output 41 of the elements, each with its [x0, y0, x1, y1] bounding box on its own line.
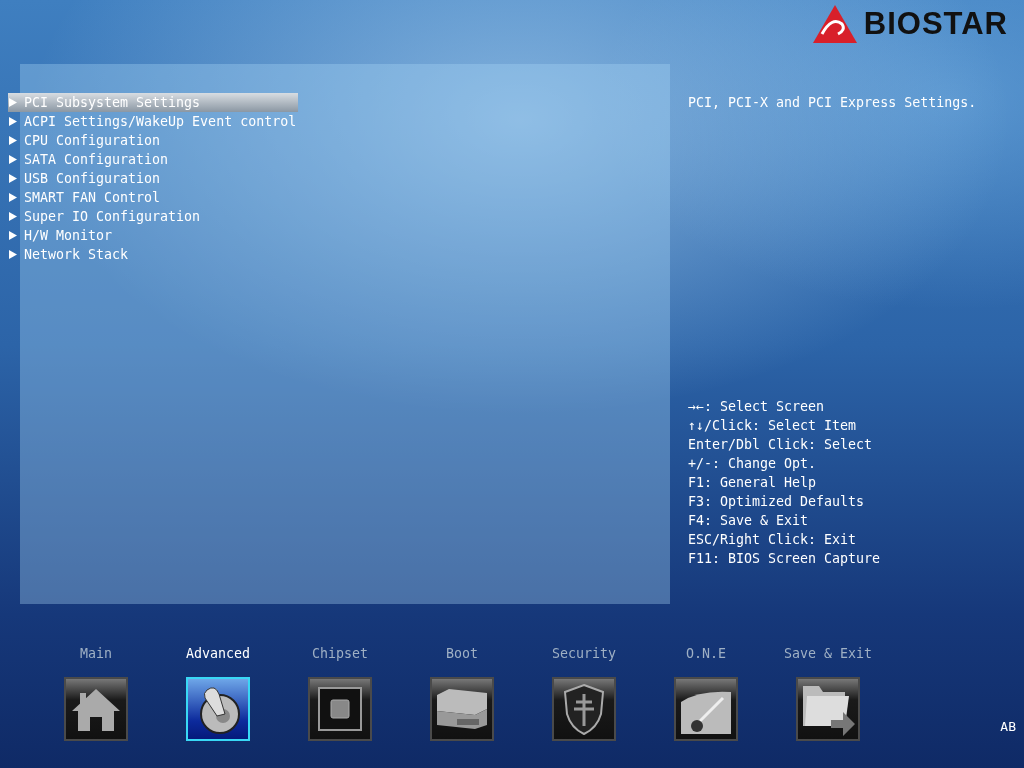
status-text: AB	[1000, 719, 1016, 734]
menu-item[interactable]: H/W Monitor	[8, 226, 115, 245]
menu-item[interactable]: USB Configuration	[8, 169, 163, 188]
nav-tab[interactable]: Chipset	[279, 644, 401, 748]
menu-item[interactable]: Super IO Configuration	[8, 207, 203, 226]
submenu-triangle-icon	[8, 249, 18, 260]
biostar-logo-text: BIOSTAR	[863, 6, 1008, 42]
submenu-triangle-icon	[8, 135, 18, 146]
drive-stack-icon	[435, 687, 489, 731]
menu-item[interactable]: SATA Configuration	[8, 150, 171, 169]
key-hint: F11: BIOS Screen Capture	[688, 550, 882, 568]
key-hint: F4: Save & Exit	[688, 512, 810, 530]
submenu-triangle-icon	[8, 192, 18, 203]
logo-triangle-icon	[811, 4, 858, 44]
chip-icon	[315, 684, 365, 734]
nav-tab[interactable]: O.N.E	[645, 644, 767, 748]
help-description: PCI, PCI-X and PCI Express Settings.	[688, 94, 977, 112]
nav-tab[interactable]: Main	[35, 644, 157, 748]
submenu-triangle-icon	[8, 154, 18, 165]
nav-tab[interactable]: Boot	[401, 644, 523, 748]
menu-item[interactable]: SMART FAN Control	[8, 188, 163, 207]
nav-tab[interactable]: Save & Exit	[767, 644, 889, 748]
menu-item[interactable]: CPU Configuration	[8, 131, 163, 150]
submenu-triangle-icon	[8, 211, 18, 222]
menu-item[interactable]: ACPI Settings/WakeUp Event control	[8, 112, 299, 131]
submenu-triangle-icon	[8, 116, 18, 127]
key-hint: ↑↓/Click: Select Item	[688, 417, 858, 435]
nav-tab[interactable]: Security	[523, 644, 645, 748]
nav-tab[interactable]: Advanced	[157, 644, 279, 748]
submenu-triangle-icon	[8, 230, 18, 241]
submenu-triangle-icon	[8, 173, 18, 184]
submenu-triangle-icon	[8, 97, 18, 108]
key-hint: →←: Select Screen	[688, 398, 826, 416]
key-hint: F1: General Help	[688, 474, 818, 492]
shield-cross-icon	[561, 682, 607, 736]
key-hint: F3: Optimized Defaults	[688, 493, 866, 511]
menu-item[interactable]: Network Stack	[8, 245, 131, 264]
key-hint: Enter/Dbl Click: Select	[688, 436, 874, 454]
key-hint: ESC/Right Click: Exit	[688, 531, 858, 549]
key-hint: +/-: Change Opt.	[688, 455, 818, 473]
menu-item[interactable]: PCI Subsystem Settings	[8, 93, 298, 112]
